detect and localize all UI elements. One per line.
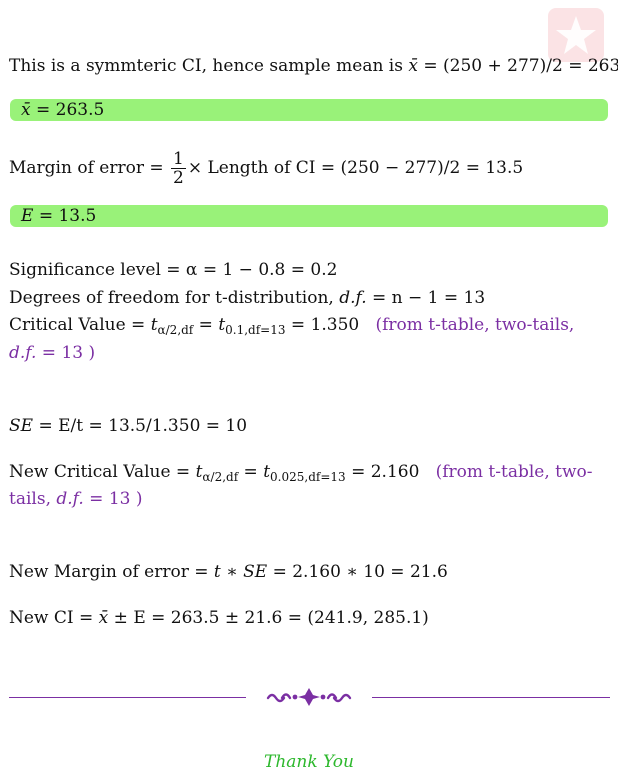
new-margin-of-error-line: New Margin of error = t ∗ SE = 2.160 ∗ 1… [9,562,448,582]
half-fraction: 12 [171,149,186,188]
sample-mean-line: This is a symmteric CI, hence sample mea… [9,56,618,76]
significance-level-line: Significance level = α = 1 − 0.8 = 0.2 [9,260,338,280]
margin-of-error-line: Margin of error = 1 2 × Length of CI = (25… [9,149,524,188]
new-ci-line: New CI = x̄ ± E = 263.5 ± 21.6 = (241.9,… [9,608,429,628]
standard-error-line: SE = E/t = 13.5/1.350 = 10 [9,416,248,436]
sample-mean-result-box: x̄ = 263.5 [10,99,608,121]
thank-you-text: Thank You [263,752,354,772]
new-critical-value-note-cont: tails, d.f. = 13 ) [9,489,143,509]
degrees-of-freedom-line: Degrees of freedom for t-distribution, d… [9,288,486,308]
ornament-icon [266,688,352,706]
margin-of-error-result-box: E = 13.5 [10,205,608,227]
divider-right-rule [372,697,610,698]
critical-value-note-cont: d.f. = 13 ) [9,343,96,363]
divider-left-rule [9,697,246,698]
